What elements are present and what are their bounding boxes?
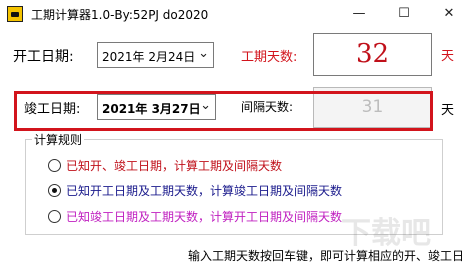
rule-option-2-label[interactable]: 已知开工日期及工期天数，计算竣工日期及间隔天数: [66, 182, 342, 199]
minimize-button[interactable]: —: [344, 0, 374, 28]
work-days-label: 工期天数:: [241, 50, 298, 65]
work-days-value: 32: [355, 39, 390, 69]
rule-option-3-label[interactable]: 已知竣工日期及工期天数，计算开工日期及间隔天数: [66, 208, 342, 225]
start-date-value: 2021年 2月24日: [102, 50, 196, 64]
app-icon: [7, 6, 23, 22]
close-button[interactable]: ✕: [434, 0, 464, 28]
rules-group-title: 计算规则: [32, 131, 85, 148]
watermark-text: 下载吧: [341, 216, 431, 251]
work-days-unit: 天: [441, 49, 455, 64]
window-title: 工期计算器1.0-By:52PJ do2020: [31, 8, 209, 22]
hint-text: 输入工期天数按回车键，即可计算相应的开、竣工日: [188, 249, 465, 263]
start-date-picker[interactable]: 2021年 2月24日 ⌄: [97, 42, 214, 68]
rule-option-2-radio[interactable]: [48, 184, 61, 197]
chevron-down-icon[interactable]: ⌄: [198, 46, 209, 61]
rule-option-1-radio[interactable]: [48, 159, 61, 172]
interval-days-unit: 天: [441, 103, 455, 118]
highlight-frame: [14, 91, 433, 131]
maximize-button[interactable]: ☐: [389, 0, 419, 28]
title-bar: 工期计算器1.0-By:52PJ do2020 — ☐ ✕: [0, 0, 467, 28]
rule-option-3-radio[interactable]: [48, 210, 61, 223]
work-days-input[interactable]: 32: [313, 33, 432, 76]
rule-option-1-label[interactable]: 已知开、竣工日期，计算工期及间隔天数: [66, 157, 282, 174]
start-date-label: 开工日期:: [13, 49, 74, 65]
